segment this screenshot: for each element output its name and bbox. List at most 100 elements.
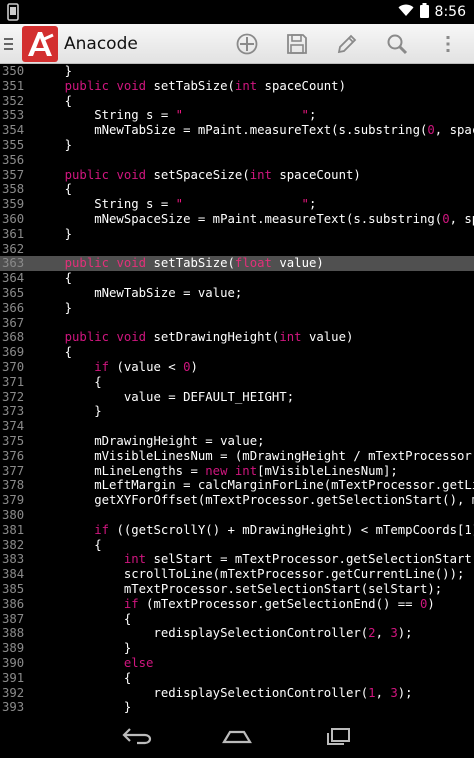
code-text[interactable]: }: [35, 641, 131, 656]
code-text[interactable]: {: [35, 94, 72, 109]
code-text[interactable]: }: [35, 138, 72, 153]
code-line[interactable]: 352 {: [0, 94, 474, 109]
code-text[interactable]: public void setTabSize(int spaceCount): [35, 79, 346, 94]
edit-icon[interactable]: [331, 28, 363, 60]
code-line[interactable]: 364 {: [0, 271, 474, 286]
code-text[interactable]: mVisibleLinesNum = (mDrawingHeight / mTe…: [35, 449, 474, 464]
code-text[interactable]: }: [35, 404, 101, 419]
code-line[interactable]: 357 public void setSpaceSize(int spaceCo…: [0, 168, 474, 183]
code-line[interactable]: 374: [0, 419, 474, 434]
code-line[interactable]: 369 {: [0, 345, 474, 360]
code-text[interactable]: }: [35, 64, 72, 79]
code-line[interactable]: 377 mLineLengths = new int[mVisibleLines…: [0, 464, 474, 479]
code-text[interactable]: if ((getScrollY() + mDrawingHeight) < mT…: [35, 523, 474, 538]
code-text[interactable]: public void setDrawingHeight(int value): [35, 330, 354, 345]
code-text[interactable]: getXYForOffset(mTextProcessor.getSelecti…: [35, 493, 474, 508]
code-line[interactable]: 392 redisplaySelectionController(1, 3);: [0, 686, 474, 701]
code-line[interactable]: 372 value = DEFAULT_HEIGHT;: [0, 390, 474, 405]
code-line[interactable]: 375 mDrawingHeight = value;: [0, 434, 474, 449]
code-line[interactable]: 383 int selStart = mTextProcessor.getSel…: [0, 552, 474, 567]
code-text[interactable]: {: [35, 182, 72, 197]
code-text[interactable]: mNewSpaceSize = mPaint.measureText(s.sub…: [35, 212, 474, 227]
code-text[interactable]: }: [35, 700, 131, 714]
code-text[interactable]: else: [35, 656, 154, 671]
code-line[interactable]: 384 scrollToLine(mTextProcessor.getCurre…: [0, 567, 474, 582]
code-line[interactable]: 387 {: [0, 612, 474, 627]
app-logo[interactable]: [22, 26, 58, 62]
search-icon[interactable]: [381, 28, 413, 60]
line-number: 390: [2, 656, 25, 670]
code-text[interactable]: {: [35, 538, 101, 553]
code-line[interactable]: 365 mNewTabSize = value;: [0, 286, 474, 301]
code-line[interactable]: 351 public void setTabSize(int spaceCoun…: [0, 79, 474, 94]
line-number: 381: [2, 522, 25, 537]
code-line[interactable]: 381 if ((getScrollY() + mDrawingHeight) …: [0, 523, 474, 538]
code-text[interactable]: redisplaySelectionController(1, 3);: [35, 686, 412, 701]
action-bar: Anacode: [0, 24, 474, 64]
code-line[interactable]: 367: [0, 316, 474, 331]
code-text[interactable]: if (mTextProcessor.getSelectionEnd() == …: [35, 597, 435, 612]
navigation-bar: [0, 714, 474, 758]
add-icon[interactable]: [231, 28, 263, 60]
code-line[interactable]: 363 public void setTabSize(float value): [0, 256, 474, 272]
code-line[interactable]: 386 if (mTextProcessor.getSelectionEnd()…: [0, 597, 474, 612]
code-text[interactable]: redisplaySelectionController(2, 3);: [35, 626, 412, 641]
code-text[interactable]: {: [35, 671, 131, 686]
code-text[interactable]: value = DEFAULT_HEIGHT;: [35, 390, 294, 405]
code-text[interactable]: mTextProcessor.setSelectionStart(selStar…: [35, 582, 442, 597]
code-text[interactable]: mLineLengths = new int[mVisibleLinesNum]…: [35, 464, 398, 479]
code-line[interactable]: 393 }: [0, 700, 474, 714]
code-line[interactable]: 389 }: [0, 641, 474, 656]
code-line[interactable]: 353 String s = " ";: [0, 108, 474, 123]
code-text[interactable]: public void setTabSize(float value): [35, 256, 324, 271]
code-line[interactable]: 355 }: [0, 138, 474, 153]
code-text[interactable]: }: [35, 227, 72, 242]
overflow-menu-icon[interactable]: [432, 28, 464, 60]
code-line[interactable]: 376 mVisibleLinesNum = (mDrawingHeight /…: [0, 449, 474, 464]
code-line[interactable]: 382 {: [0, 538, 474, 553]
code-line[interactable]: 359 String s = " ";: [0, 197, 474, 212]
code-text[interactable]: int selStart = mTextProcessor.getSelecti…: [35, 552, 474, 567]
code-line[interactable]: 360 mNewSpaceSize = mPaint.measureText(s…: [0, 212, 474, 227]
code-text[interactable]: mNewTabSize = mPaint.measureText(s.subst…: [35, 123, 474, 138]
save-icon[interactable]: [281, 28, 313, 60]
home-icon[interactable]: [217, 721, 257, 751]
drawer-toggle-icon[interactable]: [3, 36, 15, 52]
code-line[interactable]: 391 {: [0, 671, 474, 686]
code-text[interactable]: public void setSpaceSize(int spaceCount): [35, 168, 361, 183]
code-line[interactable]: 388 redisplaySelectionController(2, 3);: [0, 626, 474, 641]
code-line[interactable]: 380: [0, 508, 474, 523]
code-text[interactable]: String s = " ";: [35, 108, 316, 123]
code-line[interactable]: 368 public void setDrawingHeight(int val…: [0, 330, 474, 345]
code-text[interactable]: }: [35, 301, 72, 316]
code-line[interactable]: 362: [0, 242, 474, 257]
code-line[interactable]: 350 }: [0, 64, 474, 79]
code-text[interactable]: {: [35, 271, 72, 286]
code-text[interactable]: String s = " ";: [35, 197, 316, 212]
code-line[interactable]: 390 else: [0, 656, 474, 671]
line-number: 389: [2, 641, 25, 656]
code-line[interactable]: 361 }: [0, 227, 474, 242]
back-icon[interactable]: [117, 721, 157, 751]
code-line[interactable]: 358 {: [0, 182, 474, 197]
line-number: 354: [2, 123, 25, 138]
code-line[interactable]: 371 {: [0, 375, 474, 390]
code-text[interactable]: mNewTabSize = value;: [35, 286, 242, 301]
code-text[interactable]: {: [35, 375, 101, 390]
code-line[interactable]: 385 mTextProcessor.setSelectionStart(sel…: [0, 582, 474, 597]
code-line[interactable]: 366 }: [0, 301, 474, 316]
code-line[interactable]: 373 }: [0, 404, 474, 419]
code-line[interactable]: 354 mNewTabSize = mPaint.measureText(s.s…: [0, 123, 474, 138]
code-text[interactable]: mLeftMargin = calcMarginForLine(mTextPro…: [35, 478, 474, 493]
code-text[interactable]: if (value < 0): [35, 360, 198, 375]
code-text[interactable]: {: [35, 612, 131, 627]
code-text[interactable]: mDrawingHeight = value;: [35, 434, 264, 449]
code-text[interactable]: {: [35, 345, 72, 360]
code-line[interactable]: 378 mLeftMargin = calcMarginForLine(mTex…: [0, 478, 474, 493]
code-line[interactable]: 370 if (value < 0): [0, 360, 474, 375]
code-editor[interactable]: 350 } 351 public void setTabSize(int spac…: [0, 64, 474, 714]
code-line[interactable]: 356: [0, 153, 474, 168]
recent-apps-icon[interactable]: [318, 721, 358, 751]
code-text[interactable]: scrollToLine(mTextProcessor.getCurrentLi…: [35, 567, 465, 582]
code-line[interactable]: 379 getXYForOffset(mTextProcessor.getSel…: [0, 493, 474, 508]
